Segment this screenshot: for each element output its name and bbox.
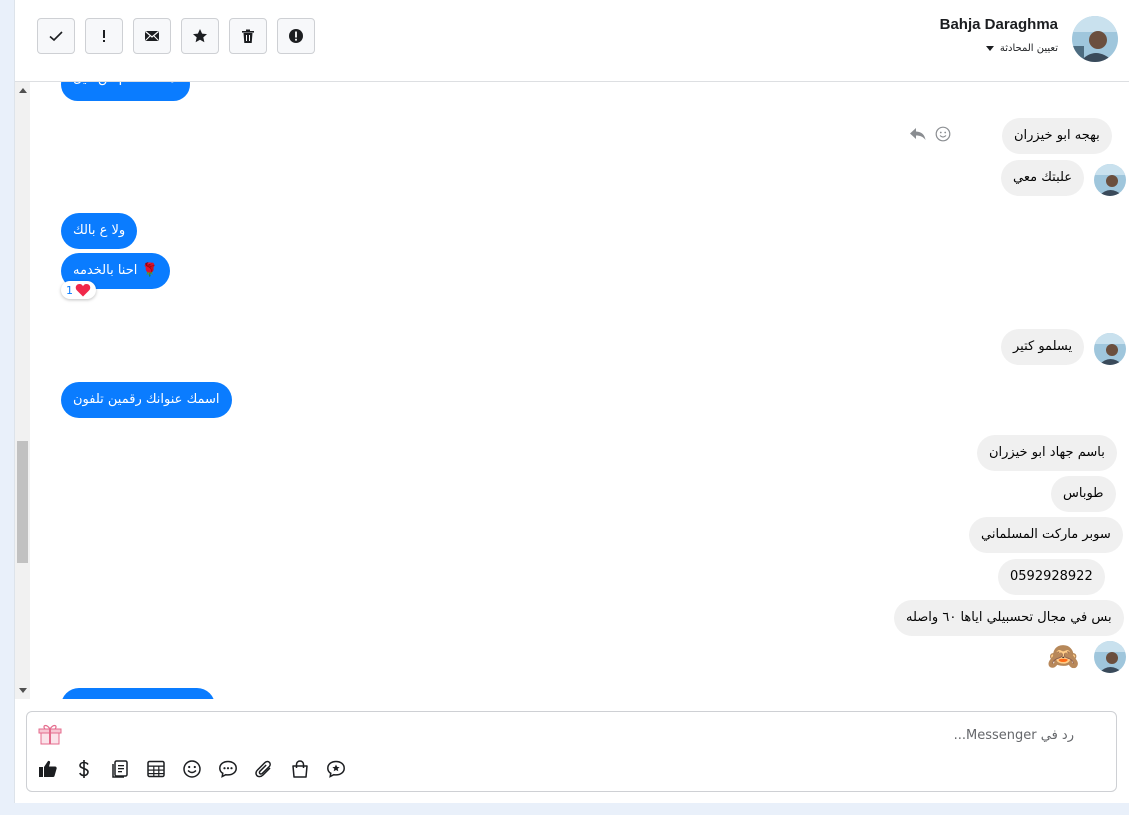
shop-bag-icon[interactable] [289,758,311,780]
contact-avatar[interactable] [1072,16,1118,62]
conversation-header: Bahja Daraghma تعيين المحادثة [15,0,1129,82]
composer-toolbar [37,758,347,780]
scroll-up-arrow[interactable] [19,88,27,93]
message-actions [909,126,951,142]
message-bubble-outgoing[interactable]: اسمك عنوانك رقمين تلفون [61,382,232,418]
sender-avatar [1094,641,1126,673]
like-icon[interactable] [37,758,59,780]
message-composer [26,711,1117,792]
check-icon [49,31,63,42]
message-bubble-outgoing[interactable]: ولا ع بالك [61,213,138,249]
caret-down-icon [985,46,994,51]
message-bubble-incoming[interactable]: بهجه ابو خيزران [1002,118,1112,154]
saved-replies-icon[interactable] [217,758,239,780]
message-bubble-incoming[interactable]: طوباس [1051,476,1116,512]
mark-done-button[interactable] [37,18,75,54]
mark-important-button[interactable] [85,18,123,54]
sender-avatar [1094,164,1126,196]
table-icon[interactable] [145,758,167,780]
assign-label: تعيين المحادثة [999,43,1058,54]
star-icon [193,29,207,43]
attachment-icon[interactable] [253,758,275,780]
messages-scrollbar[interactable] [15,82,30,699]
delete-button[interactable] [229,18,267,54]
reply-input[interactable] [87,724,1076,746]
message-list: اهداء مقدم من ميل بهجه ابو خيزران علبتك … [31,82,1129,699]
reply-icon[interactable] [909,126,927,142]
alert-circle-icon [289,29,303,43]
message-reaction[interactable]: 1 [61,281,96,299]
message-bubble-incoming[interactable]: 0592928922 [998,559,1105,595]
trash-icon [242,29,254,43]
message-bubble-incoming[interactable]: يسلمو كتير [1001,329,1085,365]
appointment-icon[interactable] [325,758,347,780]
envelope-icon [145,31,159,41]
mark-unread-button[interactable] [133,18,171,54]
emoji-icon[interactable] [181,758,203,780]
message-bubble-incoming[interactable]: باسم جهاد ابو خيزران [977,435,1117,471]
star-button[interactable] [181,18,219,54]
emoji-message[interactable]: 🙈 [1047,640,1079,674]
catalog-icon[interactable] [109,758,131,780]
message-bubble-outgoing[interactable]: اهداء مقدم من ميل [61,82,191,101]
sender-avatar [1094,333,1126,365]
dollar-icon[interactable] [73,758,95,780]
spam-button[interactable] [277,18,315,54]
scroll-down-arrow[interactable] [19,688,27,693]
message-bubble-outgoing[interactable] [61,688,215,699]
reaction-count: 1 [66,283,73,297]
message-bubble-incoming[interactable]: سوبر ماركت المسلماني [969,517,1123,553]
react-emoji-icon[interactable] [935,126,951,142]
message-bubble-incoming[interactable]: علبتك معي [1001,160,1085,196]
assign-conversation-dropdown[interactable]: تعيين المحادثة [985,43,1058,54]
exclamation-icon [103,30,105,42]
message-bubble-incoming[interactable]: بس في مجال تحسبيلي اياها ٦٠ واصله [894,600,1124,636]
gift-icon[interactable] [37,720,63,748]
conversation-panel: Bahja Daraghma تعيين المحادثة اهداء مقدم… [14,0,1129,803]
scroll-thumb[interactable] [17,441,28,563]
contact-name[interactable]: Bahja Daraghma [940,16,1058,33]
heart-icon [75,284,91,297]
